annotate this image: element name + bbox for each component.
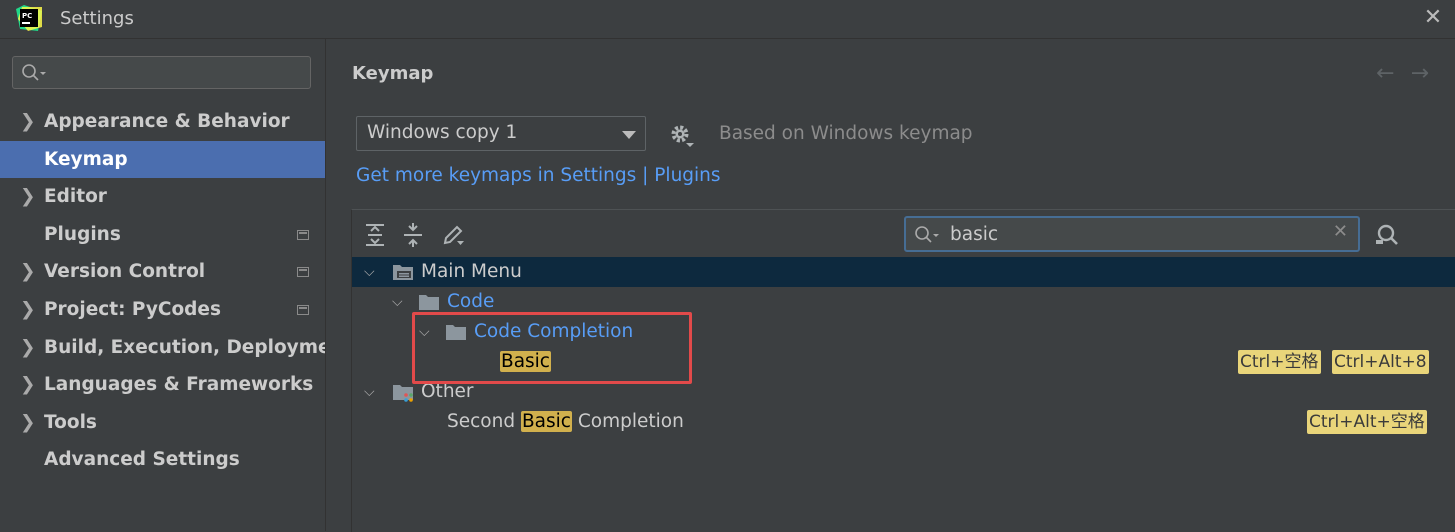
- search-value: basic: [950, 224, 999, 245]
- keymap-page: Keymap ←→ Windows copy 1 Based on Window…: [326, 39, 1455, 532]
- sidebar-item-editor[interactable]: ❯ Editor: [0, 178, 325, 216]
- window-title: Settings: [60, 8, 134, 29]
- chevron-right-icon[interactable]: ❯: [20, 103, 36, 141]
- sidebar-item-plugins[interactable]: Plugins: [0, 216, 325, 254]
- gear-icon[interactable]: [669, 123, 695, 149]
- svg-text:PC: PC: [22, 12, 32, 20]
- chevron-right-icon[interactable]: ❯: [20, 404, 36, 442]
- search-icon: [22, 64, 46, 81]
- page-title: Keymap: [352, 63, 434, 84]
- search-match-highlight: Basic: [520, 411, 572, 432]
- tree-label: Second Basic Completion: [447, 407, 684, 437]
- edit-icon[interactable]: [440, 222, 466, 248]
- chevron-right-icon[interactable]: ❯: [20, 253, 36, 291]
- settings-sidebar: ❯ Appearance & Behavior Keymap ❯ Editor …: [0, 39, 353, 531]
- annotation-highlight-box: [412, 312, 692, 384]
- sidebar-item-label: Project: PyCodes: [44, 298, 221, 320]
- chevron-right-icon[interactable]: ❯: [20, 291, 36, 329]
- other-folder-icon: [393, 385, 413, 402]
- chevron-down-icon[interactable]: ⌵: [364, 377, 378, 407]
- title-bar: PC Settings ✕: [0, 0, 1455, 39]
- chevron-right-icon[interactable]: ❯: [20, 178, 36, 216]
- sidebar-item-label: Plugins: [44, 223, 121, 245]
- sidebar-item-tools[interactable]: ❯ Tools: [0, 404, 325, 442]
- project-settings-icon: [297, 229, 309, 240]
- tree-row-main-menu[interactable]: ⌵ Main Menu: [352, 257, 1455, 287]
- close-icon[interactable]: ✕: [1421, 6, 1445, 30]
- chevron-down-icon: [622, 131, 636, 139]
- expand-all-icon[interactable]: [362, 222, 388, 248]
- sidebar-item-advanced-settings[interactable]: Advanced Settings: [0, 441, 325, 479]
- sidebar-item-label: Editor: [44, 186, 107, 208]
- sidebar-item-label: Version Control: [44, 261, 206, 283]
- tree-label: Main Menu: [421, 261, 522, 282]
- sidebar-item-label: Appearance & Behavior: [44, 111, 290, 132]
- keymap-select-value: Windows copy 1: [367, 122, 518, 143]
- search-icon: [915, 226, 939, 243]
- sidebar-item-languages-frameworks[interactable]: ❯ Languages & Frameworks: [0, 366, 325, 404]
- shortcut-badge: Ctrl+空格: [1238, 350, 1321, 374]
- project-settings-icon: [297, 304, 309, 315]
- chevron-down-icon[interactable]: ⌵: [392, 287, 406, 317]
- sidebar-search-input[interactable]: [12, 56, 311, 89]
- chevron-right-icon[interactable]: ❯: [20, 329, 36, 367]
- arrow-right-icon[interactable]: →: [1411, 61, 1445, 86]
- menu-folder-icon: [393, 265, 413, 280]
- sidebar-item-label: Keymap: [44, 148, 128, 170]
- keymap-select[interactable]: Windows copy 1: [356, 116, 646, 151]
- tree-row-second-basic-completion[interactable]: Second Basic Completion Ctrl+Alt+空格: [352, 407, 1455, 437]
- collapse-all-icon[interactable]: [400, 222, 426, 248]
- shortcut-search-input[interactable]: basic ✕: [904, 216, 1360, 252]
- chevron-right-icon[interactable]: ❯: [20, 366, 36, 404]
- shortcut-badge: Ctrl+Alt+8: [1332, 350, 1429, 374]
- sidebar-item-label: Advanced Settings: [44, 449, 240, 471]
- history-navigation: ←→: [1376, 61, 1445, 86]
- sidebar-item-label: Build, Execution, Deployment: [44, 336, 353, 358]
- project-settings-icon: [297, 267, 309, 278]
- settings-nav-tree: ❯ Appearance & Behavior Keymap ❯ Editor …: [0, 103, 353, 479]
- based-on-text: Based on Windows keymap: [719, 123, 973, 144]
- arrow-left-icon[interactable]: ←: [1376, 61, 1410, 86]
- get-more-keymaps-link[interactable]: Get more keymaps in Settings | Plugins: [356, 165, 721, 186]
- sidebar-item-build-execution-deployment[interactable]: ❯ Build, Execution, Deployment: [0, 329, 353, 367]
- label-suffix: Completion: [571, 411, 684, 432]
- clear-icon[interactable]: ✕: [1333, 221, 1348, 242]
- folder-icon: [419, 295, 439, 310]
- find-by-shortcut-icon[interactable]: [1374, 221, 1402, 249]
- sidebar-item-keymap[interactable]: Keymap: [0, 140, 325, 179]
- sidebar-item-label: Tools: [44, 411, 97, 433]
- sidebar-item-project[interactable]: ❯ Project: PyCodes: [0, 291, 325, 329]
- chevron-down-icon[interactable]: ⌵: [364, 257, 378, 287]
- sidebar-item-version-control[interactable]: ❯ Version Control: [0, 253, 325, 291]
- label-prefix: Second: [447, 411, 521, 432]
- sidebar-item-appearance-behavior[interactable]: ❯ Appearance & Behavior: [0, 103, 325, 141]
- shortcut-badge: Ctrl+Alt+空格: [1307, 410, 1427, 434]
- pycharm-icon: PC: [16, 5, 42, 31]
- sidebar-item-label: Languages & Frameworks: [44, 374, 314, 396]
